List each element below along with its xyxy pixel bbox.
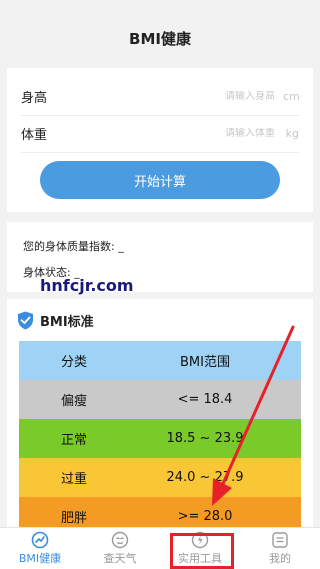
bmi-standard-table: 分类 BMI范围 偏瘦 <= 18.4 正常 18.5 ~ 23.9 过重 24.0 ~ …: [19, 341, 301, 529]
watermark-text: hnfcjr.com: [40, 276, 134, 295]
tab-bmi-health[interactable]: BMI健康: [0, 528, 80, 569]
table-row: 偏瘦 <= 18.4: [19, 380, 301, 419]
height-unit: cm: [283, 89, 300, 103]
page-title: BMI健康: [129, 29, 191, 48]
profile-icon: [272, 532, 288, 548]
bmi-range-cell: >= 28.0: [177, 509, 233, 524]
bmi-standard-card: BMI标准 分类 BMI范围 偏瘦 <= 18.4 正常 18.5 ~ 23.9 过重 2…: [7, 299, 313, 529]
tab-profile[interactable]: 我的: [240, 528, 320, 569]
input-card: 身高 cm 体重 kg 开始计算: [7, 68, 313, 212]
bmi-category-cell: 偏瘦: [61, 394, 88, 409]
tab-label: 我的: [269, 552, 291, 565]
table-header-row: 分类 BMI范围: [19, 341, 301, 380]
shield-check-icon: [18, 311, 33, 329]
height-label: 身高: [21, 90, 48, 106]
table-row: 肥胖 >= 28.0: [19, 497, 301, 529]
annotation-highlight-box: [170, 533, 234, 569]
bmi-category-cell: 正常: [61, 433, 88, 448]
table-row: 过重 24.0 ~ 27.9: [19, 458, 301, 497]
bmi-icon: [31, 531, 49, 549]
bmi-range-cell: 24.0 ~ 27.9: [166, 470, 244, 485]
bmi-result-text: 您的身体质量指数: _: [23, 240, 124, 253]
weight-label: 体重: [21, 127, 48, 143]
weight-input[interactable]: [81, 127, 275, 139]
bmi-range-cell: 18.5 ~ 23.9: [166, 431, 244, 446]
weight-unit: kg: [285, 126, 299, 140]
height-input[interactable]: [81, 90, 275, 102]
tab-label: BMI健康: [18, 552, 62, 565]
bmi-standard-title: BMI标准: [40, 314, 94, 330]
weather-icon: [111, 531, 129, 549]
bmi-category-cell: 过重: [61, 472, 88, 487]
app-header: BMI健康: [0, 0, 320, 64]
bmi-standard-header: BMI标准: [17, 309, 94, 331]
tab-weather[interactable]: 查天气: [80, 528, 160, 569]
column-header-range: BMI范围: [180, 355, 230, 370]
weight-row: 体重 kg: [21, 115, 299, 151]
divider: [21, 152, 299, 153]
start-calculation-button[interactable]: 开始计算: [40, 161, 280, 199]
column-header-category: 分类: [61, 355, 88, 370]
table-row: 正常 18.5 ~ 23.9: [19, 419, 301, 458]
height-row: 身高 cm: [21, 78, 300, 114]
bmi-category-cell: 肥胖: [61, 511, 88, 526]
bottom-tab-bar: BMI健康 查天气 实用工具 我的: [0, 527, 320, 569]
bmi-range-cell: <= 18.4: [177, 392, 233, 407]
tab-label: 查天气: [103, 552, 137, 565]
